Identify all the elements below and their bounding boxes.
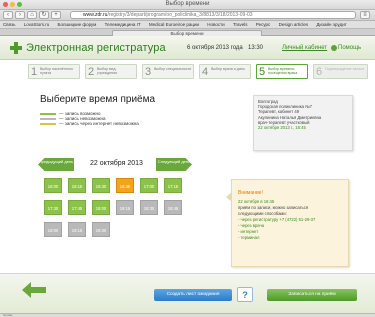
time-slot[interactable]: 16:30: [92, 178, 110, 193]
help-circle-icon: [331, 45, 337, 51]
appointment-info-box: Волгоград Городская поликлиника №7 Терап…: [253, 95, 353, 151]
bookmark-item[interactable]: Новости: [207, 22, 224, 27]
address-bar[interactable]: www.zdr.ru/registry/3/depart/program/oo_…: [70, 11, 356, 19]
personal-cabinet-link[interactable]: Личный кабинет: [282, 45, 327, 51]
url-path: /registry/3/depart/program/oo_policlinik…: [107, 12, 253, 18]
bookmark-item[interactable]: Design articles: [279, 22, 309, 27]
time-slot[interactable]: 17:00: [140, 178, 158, 193]
help-link[interactable]: Помощь: [338, 45, 361, 51]
next-day-button[interactable]: Следующий день: [156, 158, 192, 171]
time-slot: 18:15: [116, 200, 134, 215]
logo-cross-icon: [10, 42, 22, 54]
bookmarks-bar: Связь LovaStors.ru Болшицкие форум Телем…: [0, 21, 375, 29]
time-slot: 19:15: [68, 222, 86, 237]
header-time: 13:30: [248, 45, 264, 51]
step-label: Выбор врача и даты: [211, 67, 245, 71]
legend-swatch-internet-unavailable: [40, 122, 56, 125]
step-number: 4: [202, 66, 209, 78]
step-4[interactable]: 4 Выбор врача и даты: [199, 64, 251, 79]
previous-day-button[interactable]: Предыдущий день: [38, 158, 74, 171]
bookmark-item[interactable]: Телемедицина IT: [105, 22, 141, 27]
step-1[interactable]: 1 Выбор населённого пункта: [28, 64, 80, 79]
attention-notice: Внимание! 22 октября в 16:45 приём по за…: [226, 179, 349, 267]
tab-bar: Выбор времени: [0, 29, 375, 36]
step-3[interactable]: 3 Выбор специальности: [142, 64, 194, 79]
step-label: Подтверждение записи: [325, 67, 365, 71]
bookmark-item[interactable]: Болшицкие форум: [57, 22, 96, 27]
step-label: Выбор населённого пункта: [40, 67, 73, 76]
window-title: Выбор времени: [165, 1, 210, 7]
browser-toolbar: ‹ › ⌂ ↻ + www.zdr.ru/registry/3/depart/p…: [0, 10, 375, 21]
step-label: Выбор мед. учреждения: [97, 67, 118, 76]
forward-nav-icon[interactable]: ›: [15, 11, 25, 19]
step-number: 5: [259, 66, 266, 78]
step-label: Выбор времени посещения врача: [268, 67, 298, 76]
step-number: 6: [316, 66, 323, 78]
time-slot[interactable]: 16:45: [116, 178, 134, 193]
step-number: 3: [145, 66, 152, 78]
legend-row: — запись через интернет невозможна: [40, 121, 139, 126]
current-date: 22 октября 2013: [90, 160, 143, 167]
time-slot: 19:30: [92, 222, 110, 237]
step-number: 2: [88, 66, 95, 78]
bookmark-item[interactable]: Связь: [3, 22, 15, 27]
time-slot: 18:30: [140, 200, 158, 215]
time-slot[interactable]: 16:00: [44, 178, 62, 193]
reader-icon[interactable]: ≡: [360, 11, 370, 19]
browser-status-bar: Готово: [0, 313, 375, 317]
sign-up-button[interactable]: Записаться на приём: [267, 289, 357, 301]
time-slot: 18:45: [164, 200, 182, 215]
time-slot[interactable]: 17:45: [68, 200, 86, 215]
legend-label: — запись через интернет невозможна: [59, 121, 139, 126]
time-slot[interactable]: 17:30: [44, 200, 62, 215]
time-slot[interactable]: 16:15: [68, 178, 86, 193]
share-icon[interactable]: +: [51, 11, 61, 19]
step-6: 6 Подтверждение записи: [313, 64, 368, 79]
wizard-steps: 1 Выбор населённого пункта 2 Выбор мед. …: [28, 64, 372, 80]
slot-legend: — запись возможно — запись невозможна — …: [40, 111, 139, 126]
notice-line: - терминал: [238, 235, 260, 240]
url-host: www.zdr.ru: [83, 12, 108, 18]
site-header: Электронная регистратура 6 октября 2013 …: [0, 36, 375, 60]
step-number: 1: [31, 66, 38, 78]
back-nav-icon[interactable]: ‹: [3, 11, 13, 19]
bookmark-item[interactable]: Medical Euroeiroe рации: [149, 22, 199, 27]
legend-swatch-available: [40, 112, 56, 115]
help-question-button[interactable]: ?: [237, 287, 253, 302]
page-title: Выберите время приёма: [40, 94, 156, 105]
step-2[interactable]: 2 Выбор мед. учреждения: [85, 64, 137, 79]
bookmark-item[interactable]: Ресурс: [256, 22, 271, 27]
reload-icon[interactable]: ↻: [39, 11, 49, 19]
step-label: Выбор специальности: [154, 67, 192, 71]
back-arrow-icon[interactable]: [22, 282, 46, 298]
home-icon[interactable]: ⌂: [27, 11, 37, 19]
time-slot[interactable]: 17:15: [164, 178, 182, 193]
window-titlebar: Выбор времени: [0, 0, 375, 10]
bookmark-item[interactable]: LovaStors.ru: [24, 22, 50, 27]
site-logo-text[interactable]: Электронная регистратура: [26, 42, 166, 54]
time-slot: 19:00: [44, 222, 62, 237]
step-5[interactable]: 5 Выбор времени посещения врача: [256, 64, 308, 79]
bookmark-item[interactable]: Дизайн эрудит: [316, 22, 346, 27]
header-date: 6 октября 2013 года: [187, 45, 243, 51]
legend-swatch-unavailable: [40, 117, 56, 120]
info-datetime: 22 октября 2013 г., 16:45: [258, 125, 306, 131]
notice-title: Внимание!: [238, 190, 263, 196]
create-wait-list-button[interactable]: Создать лист ожидания: [154, 289, 232, 301]
time-slot[interactable]: 18:00: [92, 200, 110, 215]
bookmark-item[interactable]: Travels: [233, 22, 248, 27]
